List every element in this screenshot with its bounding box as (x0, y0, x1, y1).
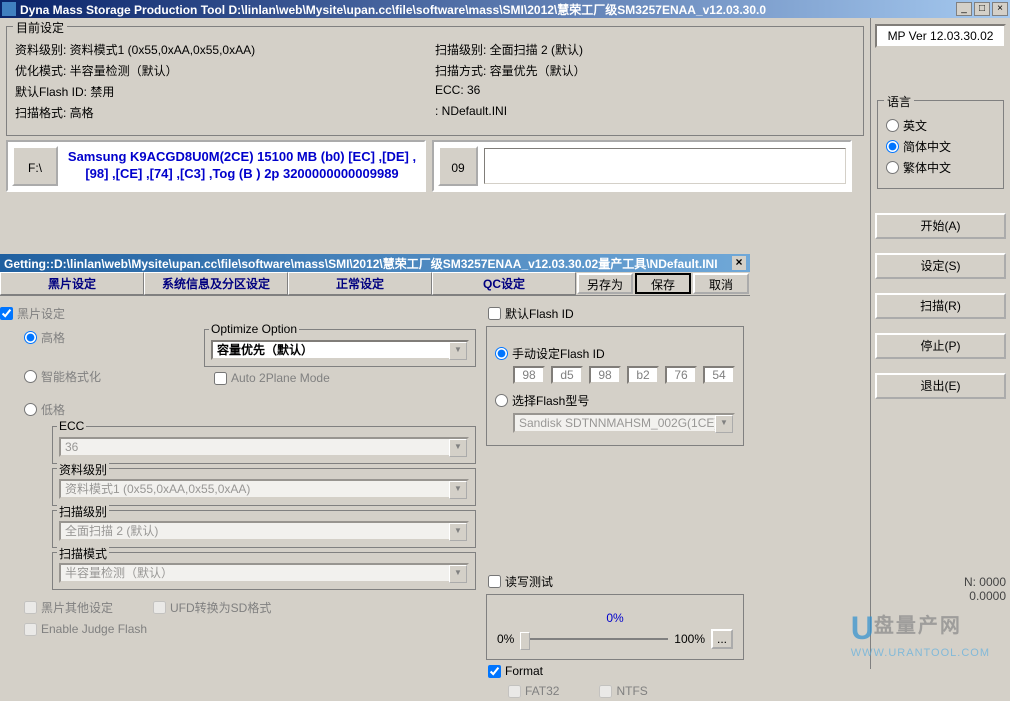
n-counter: N: 0000 (875, 575, 1006, 589)
title-text: Dyna Mass Storage Production Tool D:\lin… (20, 1, 956, 18)
ecc-combo: 36 (59, 437, 469, 457)
minimize-button[interactable]: _ (956, 2, 972, 16)
scan-fmt-label: 扫描格式: 高格 (15, 104, 435, 121)
start-button[interactable]: 开始(A) (875, 213, 1006, 239)
ecc-title: ECC (57, 419, 86, 433)
tab-black[interactable]: 黑片设定 (0, 272, 144, 295)
rw-test-checkbox[interactable] (488, 575, 501, 588)
language-group: 语言 英文 简体中文 繁体中文 (877, 100, 1004, 189)
fid-1 (551, 366, 583, 384)
fid-5 (703, 366, 735, 384)
radio-manual-flashid[interactable] (495, 347, 508, 360)
rw-test-label: 读写测试 (505, 573, 553, 590)
mp-version: MP Ver 12.03.30.02 (875, 24, 1006, 48)
ufd-sd-checkbox (153, 601, 166, 614)
drive-button[interactable]: F:\ (12, 146, 58, 186)
setting-button[interactable]: 设定(S) (875, 253, 1006, 279)
stop-button[interactable]: 停止(P) (875, 333, 1006, 359)
fid-2 (589, 366, 621, 384)
language-title: 语言 (884, 93, 914, 110)
data-level-label: 资料级别: 资料模式1 (0x55,0xAA,0x55,0xAA) (15, 41, 435, 58)
black-settings-label: 黑片设定 (17, 305, 65, 322)
scan-mode-combo: 半容量检测（默认） (59, 563, 469, 583)
scan-mode-title: 扫描模式 (57, 545, 109, 562)
tab-normal[interactable]: 正常设定 (288, 272, 432, 295)
sub-titlebar: Getting::D:\linlan\web\Mysite\upan.cc\fi… (0, 254, 750, 272)
format-label: Format (505, 664, 543, 678)
ntfs-checkbox (599, 685, 612, 698)
fid-0 (513, 366, 545, 384)
scan-level-label: 扫描级别: 全面扫描 2 (默认) (435, 41, 855, 58)
opt-mode-label: 优化模式: 半容量检测（默认） (15, 62, 435, 79)
saveas-button[interactable]: 另存为 (577, 273, 633, 294)
black-settings-checkbox[interactable] (0, 307, 13, 320)
scan-mode-label: 扫描方式: 容量优先（默认） (435, 62, 855, 79)
radio-smart[interactable] (24, 370, 37, 383)
fid-3 (627, 366, 659, 384)
rw-slider[interactable] (520, 638, 668, 640)
d-counter: 0.0000 (875, 589, 1006, 603)
flashid-group: 手动设定Flash ID 选择Flash型号 Sandisk SDTNNMAHS… (486, 326, 744, 446)
save-button[interactable]: 保存 (635, 273, 691, 294)
ecc-label: ECC: 36 (435, 83, 855, 100)
ini-label: : NDefault.INI (435, 104, 855, 121)
radio-traditional[interactable] (886, 161, 899, 174)
rw-group: 0% 0% 100% ... (486, 594, 744, 660)
sub-title-text: Getting::D:\linlan\web\Mysite\upan.cc\fi… (4, 255, 718, 272)
maximize-button[interactable]: □ (974, 2, 990, 16)
radio-english[interactable] (886, 119, 899, 132)
rw-0: 0% (497, 632, 514, 646)
app-icon (2, 2, 16, 16)
fid-4 (665, 366, 697, 384)
scan-level-combo: 全面扫描 2 (默认) (59, 521, 469, 541)
data-level-combo: 资料模式1 (0x55,0xAA,0x55,0xAA) (59, 479, 469, 499)
slot-button[interactable]: 09 (438, 146, 478, 186)
radio-high[interactable] (24, 331, 37, 344)
format-checkbox[interactable] (488, 665, 501, 678)
radio-simplified[interactable] (886, 140, 899, 153)
exit-button[interactable]: 退出(E) (875, 373, 1006, 399)
auto-2plane-checkbox[interactable] (214, 372, 227, 385)
tab-system[interactable]: 系统信息及分区设定 (144, 272, 288, 295)
tab-qc[interactable]: QC设定 (432, 272, 576, 295)
enable-judge-checkbox (24, 623, 37, 636)
close-button[interactable]: × (992, 2, 1008, 16)
radio-select-flash[interactable] (495, 394, 508, 407)
data-level-title: 资料级别 (57, 461, 109, 478)
slot-info-empty (484, 148, 846, 184)
rw-browse-button[interactable]: ... (711, 629, 733, 649)
flash-id-label: 默认Flash ID: 禁用 (15, 83, 435, 100)
radio-low[interactable] (24, 403, 37, 416)
sub-close-button[interactable]: × (732, 256, 746, 270)
scan-level-title: 扫描级别 (57, 503, 109, 520)
fat32-checkbox (508, 685, 521, 698)
flash-info-text: Samsung K9ACGD8U0M(2CE) 15100 MB (b0) [E… (64, 149, 420, 183)
scan-button[interactable]: 扫描(R) (875, 293, 1006, 319)
default-flashid-label: 默认Flash ID (505, 305, 574, 322)
rw-pct: 0% (497, 611, 733, 625)
flash-model-combo: Sandisk SDTNNMAHSM_002G(1CE) (513, 413, 735, 433)
default-flashid-checkbox[interactable] (488, 307, 501, 320)
current-settings-group: 目前设定 资料级别: 资料模式1 (0x55,0xAA,0x55,0xAA)扫描… (6, 26, 864, 136)
current-settings-title: 目前设定 (13, 19, 67, 36)
optimize-combo[interactable]: 容量优先（默认） (211, 340, 469, 360)
black-other-checkbox (24, 601, 37, 614)
titlebar: Dyna Mass Storage Production Tool D:\lin… (0, 0, 1010, 18)
cancel-button[interactable]: 取消 (693, 273, 749, 294)
optimize-title: Optimize Option (209, 322, 299, 336)
rw-100: 100% (674, 632, 705, 646)
